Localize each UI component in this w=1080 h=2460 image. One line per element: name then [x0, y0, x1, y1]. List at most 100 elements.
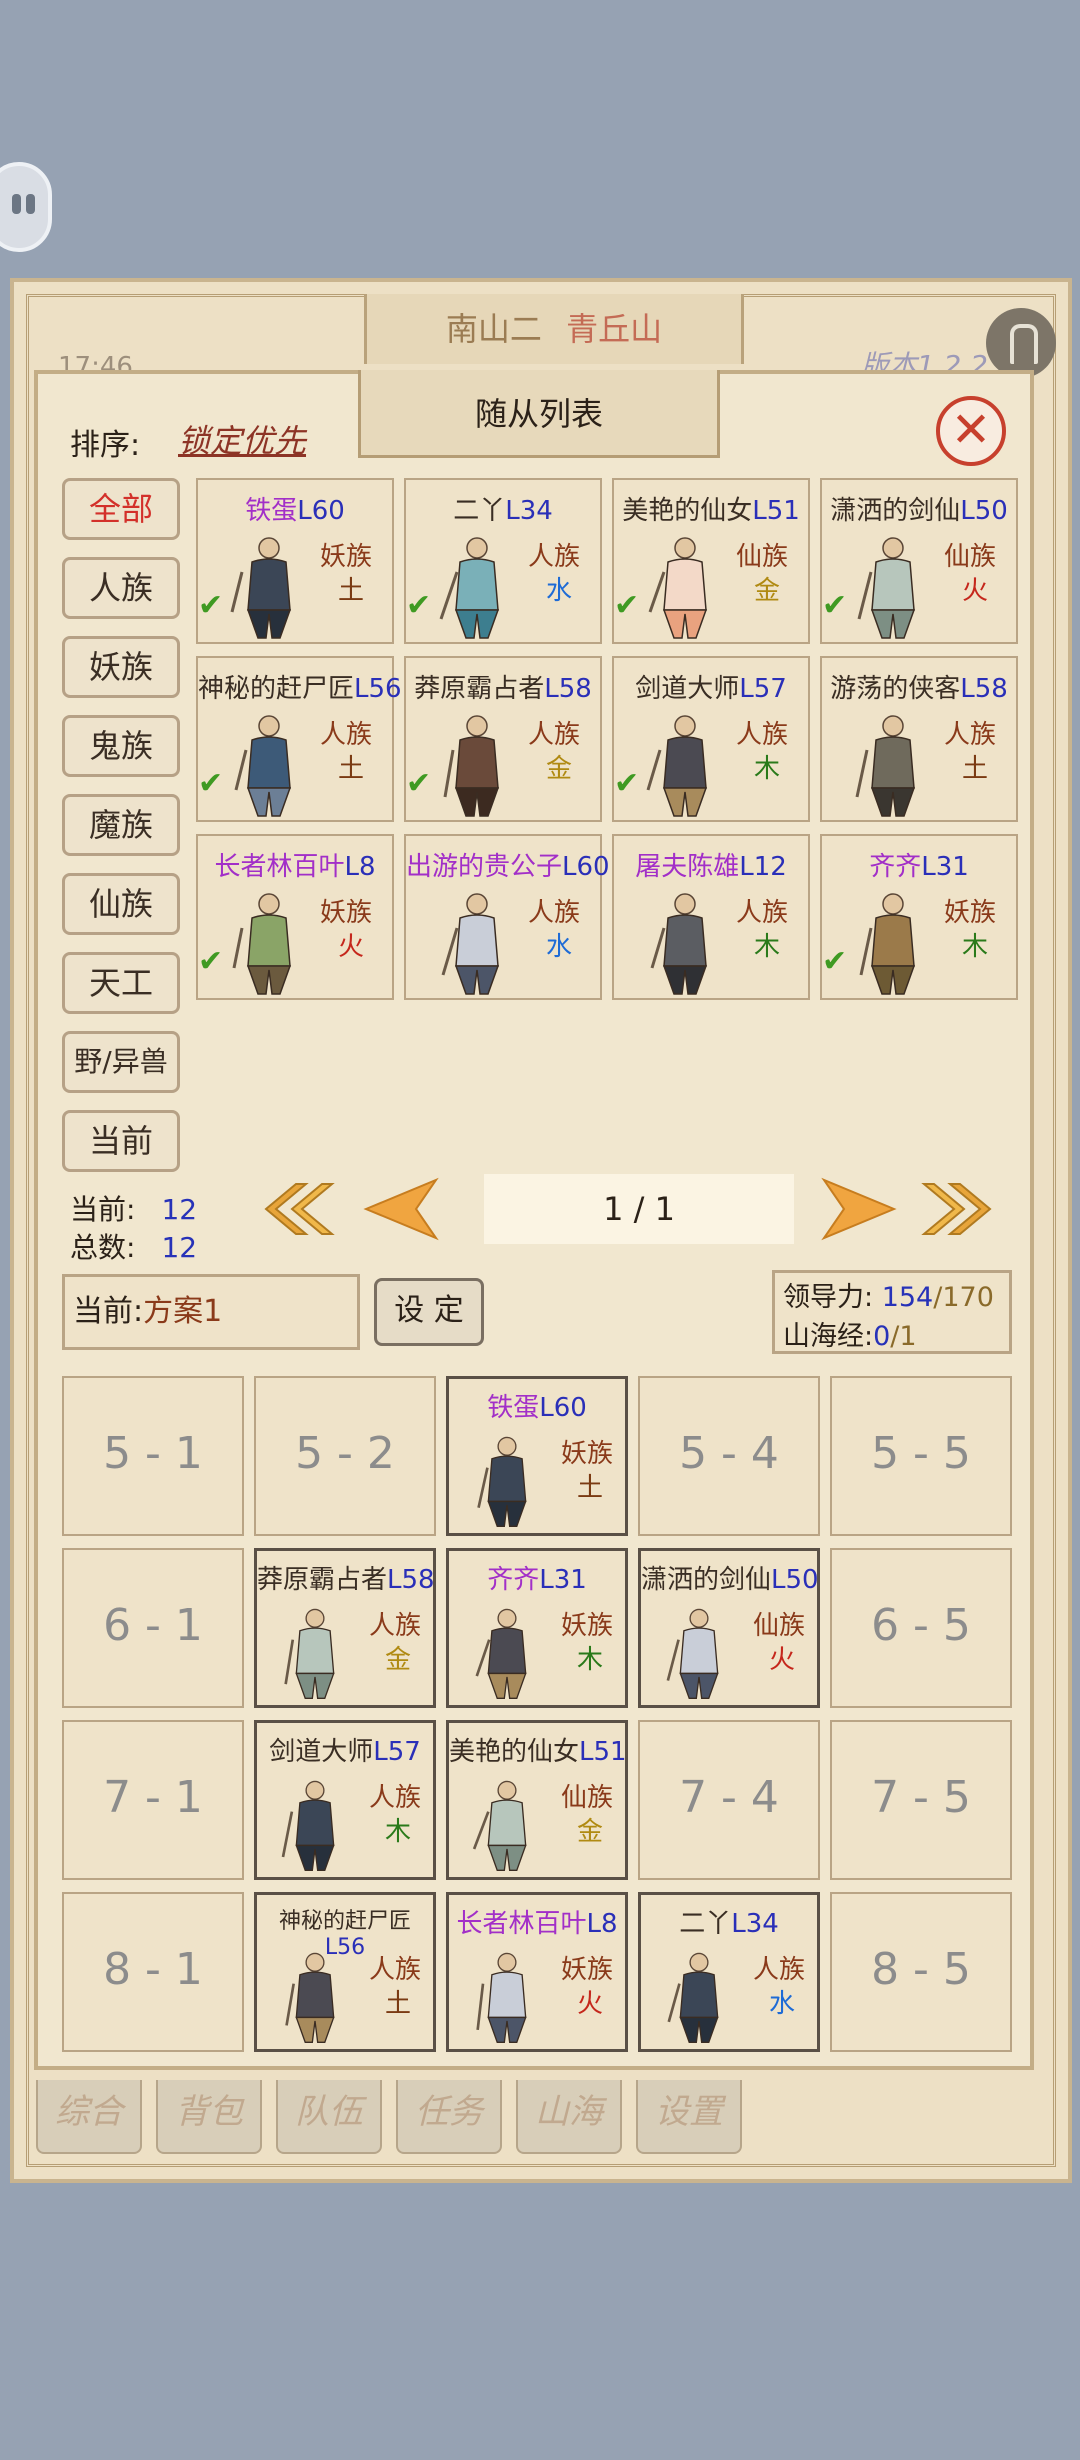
checkmark-icon: ✔: [822, 944, 848, 979]
last-page-icon[interactable]: [918, 1176, 998, 1242]
follower-element: 木: [961, 932, 988, 962]
set-button[interactable]: 设 定: [374, 1278, 484, 1346]
category-tab-6[interactable]: 天工: [62, 952, 180, 1014]
follower-race: 人族: [319, 720, 372, 750]
category-tab-3[interactable]: 鬼族: [62, 715, 180, 777]
follower-card[interactable]: 长者林百叶L8 妖族火 ✔: [196, 834, 394, 1000]
follower-element: 金: [545, 754, 572, 784]
slot-follower-name: 铁蛋L60: [449, 1387, 625, 1424]
follower-card[interactable]: 铁蛋L60 妖族土 ✔: [196, 478, 394, 644]
formation-slot-empty[interactable]: 5 - 5: [830, 1376, 1012, 1536]
formation-slot-filled[interactable]: 二丫L34 人族水: [638, 1892, 820, 2052]
floating-menu-button[interactable]: [0, 162, 52, 252]
first-page-icon[interactable]: [258, 1176, 338, 1242]
close-button[interactable]: ✕: [936, 396, 1006, 466]
formation-slot-filled[interactable]: 美艳的仙女L51 仙族金: [446, 1720, 628, 1880]
category-list: 全部人族妖族鬼族魔族仙族天工野/异兽当前: [62, 478, 182, 1189]
formation-slot-filled[interactable]: 神秘的赶尸匠 L56 人族土: [254, 1892, 436, 2052]
category-tab-5[interactable]: 仙族: [62, 873, 180, 935]
bottom-tab-4[interactable]: 山海: [516, 2080, 622, 2154]
slot-follower-level: L50: [771, 1565, 819, 1595]
shanhai-row: 山海经:0/1: [783, 1314, 1001, 1353]
dialog-title: 随从列表: [358, 370, 720, 458]
formation-slot-empty[interactable]: 5 - 4: [638, 1376, 820, 1536]
run-icon[interactable]: [986, 308, 1056, 378]
bottom-tab-1[interactable]: 背包: [156, 2080, 262, 2154]
follower-card[interactable]: 神秘的赶尸匠L56 人族土 ✔: [196, 656, 402, 822]
formation-slot-filled[interactable]: 剑道大师L57 人族木: [254, 1720, 436, 1880]
previous-page-icon[interactable]: [362, 1176, 442, 1242]
next-page-icon[interactable]: [818, 1176, 898, 1242]
slot-follower-name: 齐齐L31: [449, 1559, 625, 1596]
slot-follower-race: 妖族: [560, 1439, 613, 1469]
bottom-tab-3[interactable]: 任务: [396, 2080, 502, 2154]
bottom-tab-2[interactable]: 队伍: [276, 2080, 382, 2154]
slot-follower-race: 人族: [368, 1955, 421, 1985]
slot-follower-level: L51: [579, 1737, 627, 1767]
category-tab-8[interactable]: 当前: [62, 1110, 180, 1172]
shanhai-value: 0: [873, 1321, 891, 1352]
category-tab-4[interactable]: 魔族: [62, 794, 180, 856]
follower-card[interactable]: 齐齐L31 妖族木 ✔: [820, 834, 1018, 1000]
formation-slot-empty[interactable]: 5 - 2: [254, 1376, 436, 1536]
follower-name: 长者林百叶L8: [198, 846, 392, 883]
checkmark-icon: ✔: [198, 766, 224, 801]
checkmark-icon: ✔: [198, 588, 224, 623]
formation-slot-empty[interactable]: 7 - 4: [638, 1720, 820, 1880]
follower-card[interactable]: 屠夫陈雄L12 人族木: [612, 834, 810, 1000]
slot-follower-level: L56: [324, 1935, 366, 1960]
slot-follower-element: 木: [576, 1645, 603, 1675]
slot-follower-element: 火: [576, 1989, 603, 2019]
category-tab-0[interactable]: 全部: [62, 478, 180, 540]
formation-slot-filled[interactable]: 齐齐L31 妖族木: [446, 1548, 628, 1708]
formation-slot-empty[interactable]: 7 - 5: [830, 1720, 1012, 1880]
plan-label: 当前:: [73, 1294, 144, 1329]
follower-name: 潇洒的剑仙L50: [822, 490, 1016, 527]
formation-slot-filled[interactable]: 莽原霸占者L58 人族金: [254, 1548, 436, 1708]
follower-card[interactable]: 美艳的仙女L51 仙族金 ✔: [612, 478, 810, 644]
formation-slot-empty[interactable]: 8 - 5: [830, 1892, 1012, 2052]
category-tab-7[interactable]: 野/异兽: [62, 1031, 180, 1093]
follower-level: L34: [505, 496, 553, 526]
follower-card[interactable]: 游荡的侠客L58 人族土: [820, 656, 1018, 822]
formation-slot-empty[interactable]: 8 - 1: [62, 1892, 244, 2052]
follower-portrait: [848, 710, 938, 820]
follower-card[interactable]: 剑道大师L57 人族木 ✔: [612, 656, 810, 822]
follower-card[interactable]: 二丫L34 人族水 ✔: [404, 478, 602, 644]
formation-slot-empty[interactable]: 6 - 5: [830, 1548, 1012, 1708]
map-location-name: 青丘山: [566, 310, 663, 348]
follower-element: 火: [337, 932, 364, 962]
plan-value: 方案1: [143, 1294, 223, 1329]
formation-slot-filled[interactable]: 潇洒的剑仙L50 仙族火: [638, 1548, 820, 1708]
sort-selector[interactable]: 锁定优先: [178, 416, 306, 462]
formation-slot-empty[interactable]: 7 - 1: [62, 1720, 244, 1880]
bottom-tab-0[interactable]: 综合: [36, 2080, 142, 2154]
leadership-label: 领导力:: [783, 1282, 874, 1313]
follower-race: 妖族: [943, 898, 996, 928]
follower-level: L51: [752, 496, 800, 526]
slot-follower-race: 人族: [368, 1611, 421, 1641]
bottom-tab-5[interactable]: 设置: [636, 2080, 742, 2154]
follower-name: 二丫L34: [406, 490, 600, 527]
follower-portrait: [224, 532, 314, 642]
follower-race: 人族: [735, 720, 788, 750]
current-count: 当前: 12: [70, 1188, 197, 1228]
follower-card[interactable]: 潇洒的剑仙L50 仙族火 ✔: [820, 478, 1018, 644]
formation-slot-filled[interactable]: 长者林百叶L8 妖族火: [446, 1892, 628, 2052]
category-tab-1[interactable]: 人族: [62, 557, 180, 619]
slot-follower-element: 金: [576, 1817, 603, 1847]
current-plan-field[interactable]: 当前:方案1: [62, 1274, 360, 1350]
category-tab-2[interactable]: 妖族: [62, 636, 180, 698]
formation-slot-empty[interactable]: 5 - 1: [62, 1376, 244, 1536]
formation-slot-filled[interactable]: 铁蛋L60 妖族土: [446, 1376, 628, 1536]
follower-element: 土: [337, 754, 364, 784]
follower-race: 人族: [943, 720, 996, 750]
follower-card[interactable]: 莽原霸占者L58 人族金 ✔: [404, 656, 602, 822]
formation-slot-empty[interactable]: 6 - 1: [62, 1548, 244, 1708]
follower-name-text: 铁蛋: [245, 496, 298, 526]
follower-portrait: [432, 710, 522, 820]
slot-follower-race: 人族: [752, 1955, 805, 1985]
total-count-value: 12: [161, 1231, 198, 1264]
follower-card[interactable]: 出游的贵公子L60 人族水: [404, 834, 610, 1000]
slot-follower-name: 美艳的仙女L51: [449, 1731, 627, 1768]
